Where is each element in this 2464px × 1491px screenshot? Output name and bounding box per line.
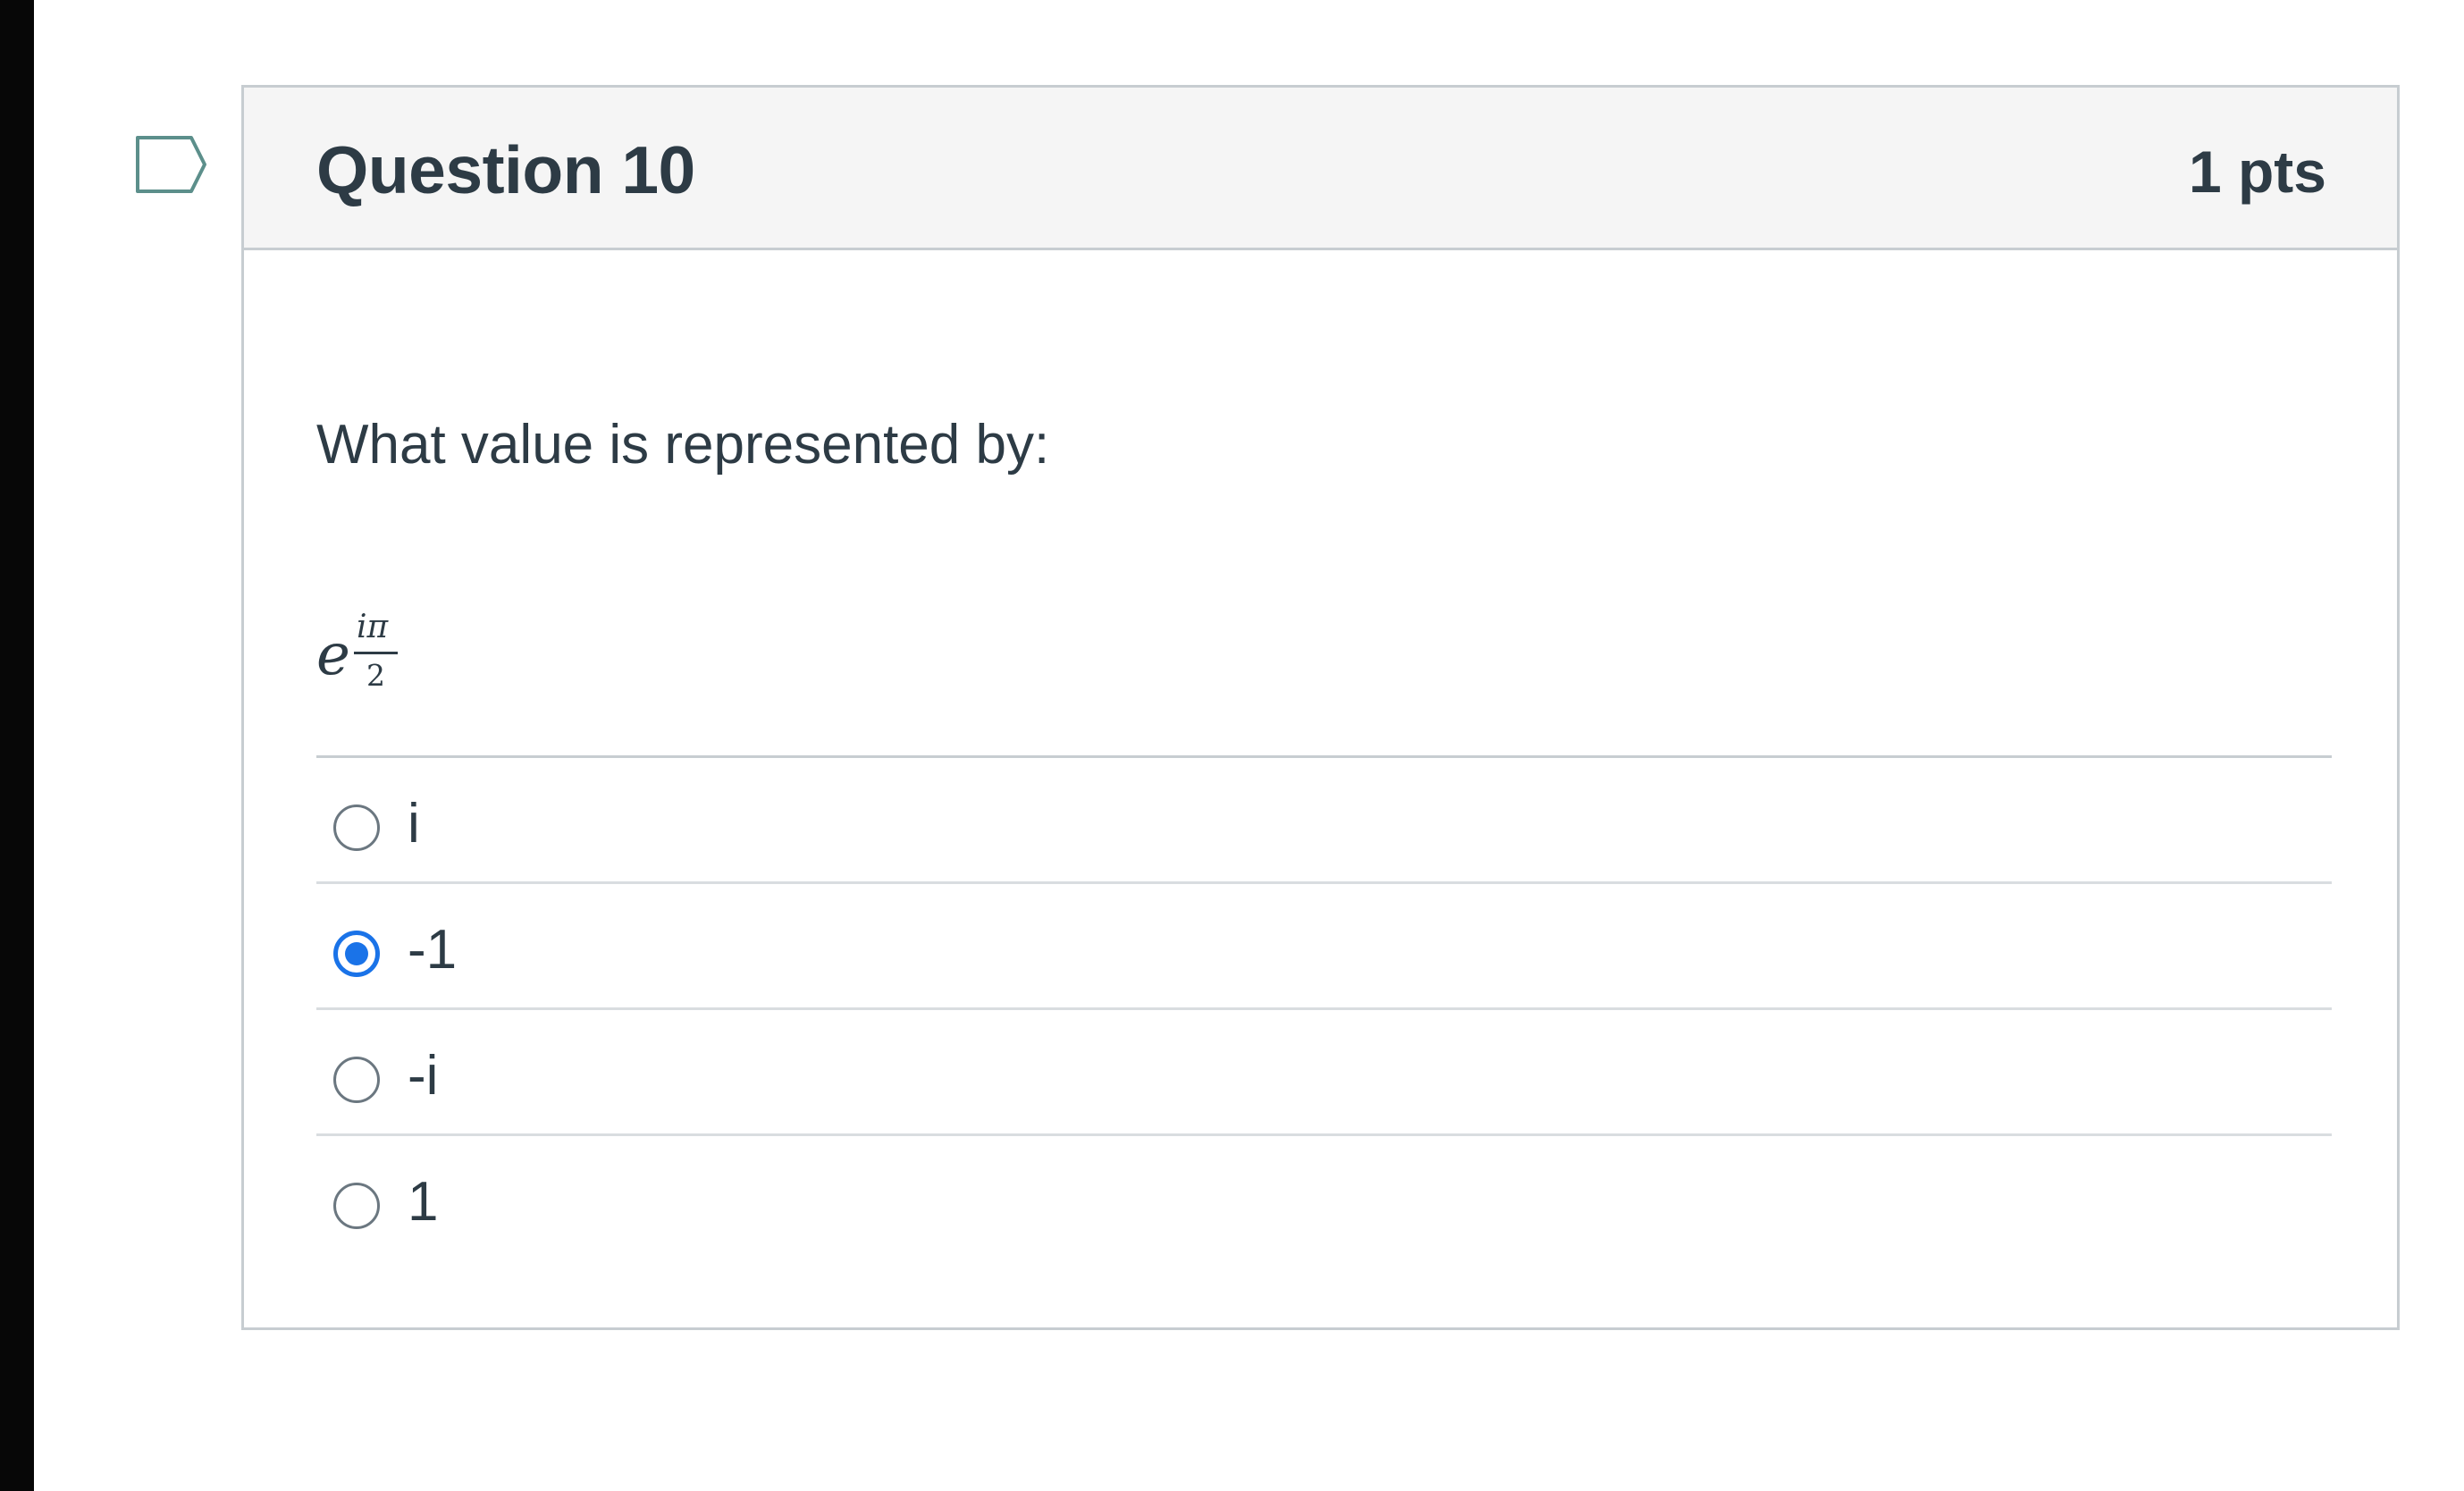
math-fraction-bar <box>354 652 398 654</box>
math-expression: e iπ 2 <box>316 521 424 700</box>
answer-label[interactable]: i <box>408 790 420 858</box>
answer-list: i -1 -i 1 <box>316 755 2332 1262</box>
window-edge <box>0 0 34 1491</box>
question-points: 1 pts <box>2188 139 2326 205</box>
math-base: e <box>316 622 350 688</box>
math-exponent-numerator: iπ <box>357 609 389 645</box>
answer-option[interactable]: 1 <box>316 1136 2332 1262</box>
answer-option[interactable]: -i <box>316 1010 2332 1136</box>
question-text: What value is represented by: <box>316 414 1050 476</box>
answer-option[interactable]: i <box>316 758 2332 884</box>
question-title: Question 10 <box>316 132 695 207</box>
math-exponent-denominator: 2 <box>366 658 385 693</box>
answer-label[interactable]: 1 <box>408 1168 438 1236</box>
answer-option[interactable]: -1 <box>316 884 2332 1010</box>
radio-button[interactable] <box>333 1183 380 1229</box>
radio-button[interactable] <box>333 804 380 851</box>
question-header: Question 10 1 pts <box>244 88 2397 250</box>
radio-button[interactable] <box>333 1057 380 1103</box>
answer-label[interactable]: -i <box>408 1042 438 1110</box>
flag-question-icon[interactable] <box>134 132 209 197</box>
answer-label[interactable]: -1 <box>408 916 457 984</box>
radio-button[interactable] <box>333 931 380 977</box>
question-card: Question 10 1 pts What value is represen… <box>241 85 2400 1330</box>
